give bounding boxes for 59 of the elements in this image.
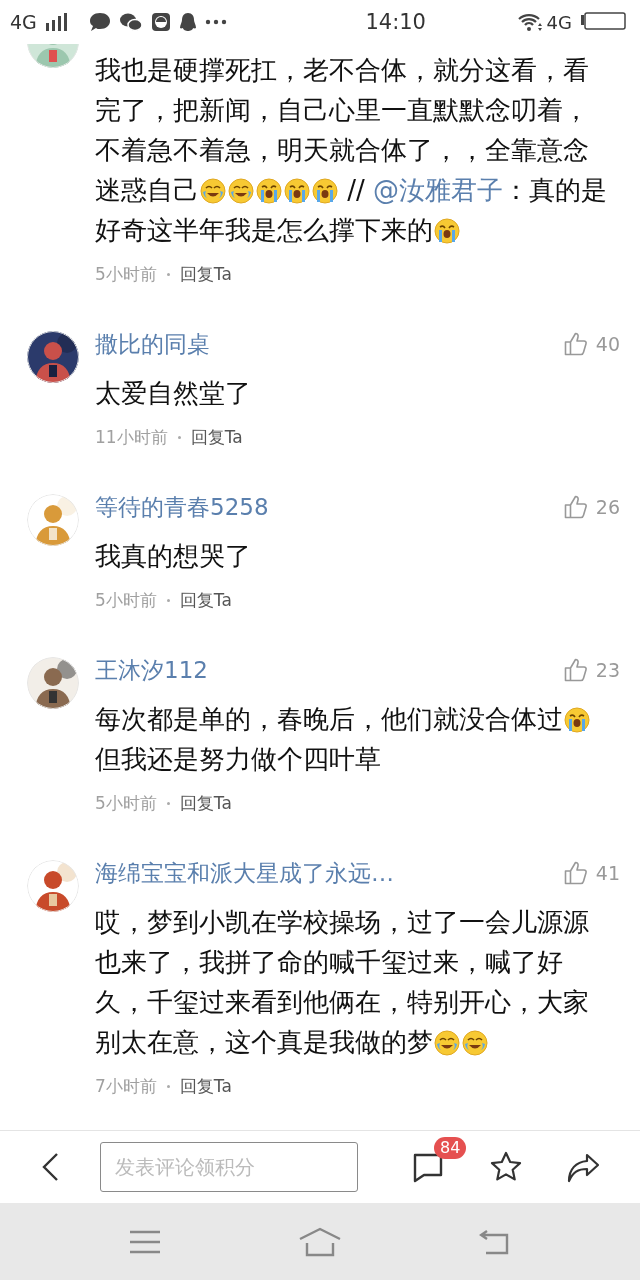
signal-icon bbox=[44, 13, 69, 31]
laughing-face-icon bbox=[200, 178, 226, 204]
laughing-face-icon bbox=[228, 178, 254, 204]
dot-separator bbox=[166, 598, 170, 602]
user-name[interactable]: 王沐汐112 bbox=[95, 654, 564, 686]
count-badge: 84 bbox=[434, 1137, 467, 1159]
thumbs-up-icon[interactable] bbox=[563, 332, 588, 356]
menu-icon[interactable] bbox=[128, 1229, 161, 1254]
laughing-face-icon bbox=[434, 1030, 460, 1056]
dot-separator bbox=[166, 801, 170, 805]
comment-text: 太爱自然堂了 bbox=[95, 377, 252, 410]
comment-time: 5小时前 bbox=[95, 588, 157, 612]
crying-face-icon bbox=[256, 178, 282, 204]
laughing-face-icon bbox=[462, 1030, 488, 1056]
like-count: 23 bbox=[595, 659, 620, 681]
chat-bubble-icon bbox=[88, 12, 111, 32]
comment-time: 7小时前 bbox=[95, 1074, 157, 1098]
reply-link[interactable]: 回复Ta bbox=[190, 425, 243, 449]
camera-app-icon bbox=[150, 12, 171, 32]
dot-separator bbox=[177, 435, 181, 439]
crying-face-icon bbox=[284, 178, 310, 204]
comment-text: 我真的想哭了 bbox=[95, 540, 252, 573]
comment-time: 11小时前 bbox=[95, 425, 168, 449]
like-count: 40 bbox=[595, 333, 620, 355]
thumbs-up-icon[interactable] bbox=[563, 495, 588, 519]
thumbs-up-icon[interactable] bbox=[563, 658, 588, 682]
like-count: 41 bbox=[595, 862, 620, 884]
dot-separator bbox=[166, 1084, 170, 1088]
like-count: 26 bbox=[595, 496, 620, 518]
reply-link[interactable]: 回复Ta bbox=[179, 1074, 232, 1098]
more-icon bbox=[204, 19, 227, 25]
crying-face-icon bbox=[564, 707, 590, 733]
penguin-icon bbox=[178, 12, 197, 32]
crying-face-icon bbox=[434, 218, 460, 244]
home-icon[interactable] bbox=[298, 1226, 342, 1257]
wifi-icon bbox=[516, 12, 543, 32]
share-icon[interactable] bbox=[567, 1151, 601, 1183]
reply-link[interactable]: 回复Ta bbox=[179, 262, 232, 286]
network-label: 4G bbox=[546, 11, 572, 33]
comment-time: 5小时前 bbox=[95, 791, 157, 815]
comment-input[interactable]: 发表评论领积分 bbox=[100, 1142, 358, 1192]
chat-bubbles-icon bbox=[118, 12, 143, 32]
dot-separator bbox=[166, 272, 170, 276]
user-name[interactable]: 撒比的同桌 bbox=[95, 328, 564, 360]
reply-link[interactable]: 回复Ta bbox=[179, 588, 232, 612]
reply-link[interactable]: 回复Ta bbox=[179, 791, 232, 815]
crying-face-icon bbox=[312, 178, 338, 204]
mention-link[interactable]: @汝雅君子 bbox=[373, 175, 504, 205]
comment-text: 我也是硬撑死扛，老不合体，就分这看，看完了，把新闻，自己心里一直默默念叨着，不着急不着急，明天就合体了，，全靠意念迷惑自己 // @汝雅君子：真的是好奇这半年我是怎么撑下来的 bbox=[95, 54, 609, 247]
user-name[interactable]: 等待的青春5258 bbox=[95, 491, 564, 523]
comment-time: 5小时前 bbox=[95, 262, 157, 286]
user-name[interactable]: 海绵宝宝和派大星成了永远… bbox=[95, 857, 564, 889]
thumbs-up-icon[interactable] bbox=[563, 861, 588, 885]
clock-time: 14:10 bbox=[364, 10, 427, 34]
comment-icon[interactable] bbox=[412, 1151, 444, 1183]
network-label: 4G bbox=[10, 11, 37, 33]
battery-icon bbox=[580, 12, 626, 32]
comment-text: 每次都是单的，春晚后，他们就没合体过 但我还是努力做个四叶草 bbox=[95, 699, 609, 779]
comment-text: 哎，梦到小凯在学校操场，过了一会儿源源也来了，我拼了命的喊千玺过来，喊了好久，千玺过来看到他俩在，特别开心，大家别太在意，这个真是我做的梦 bbox=[95, 906, 590, 1059]
